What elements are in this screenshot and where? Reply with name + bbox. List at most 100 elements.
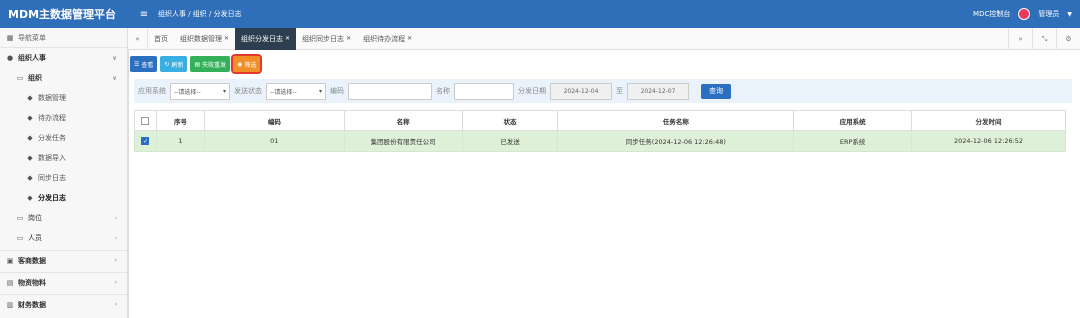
filter-button[interactable]: ◉ 筛选 [231,54,263,74]
leaf-icon: ◆ [27,154,33,162]
gear-icon[interactable]: ⚙ [1056,28,1080,50]
sidebar-item-dist-task[interactable]: ◆ 分发任务 [0,128,127,148]
date-from-input[interactable]: 2024-12-04 [550,82,612,100]
select-all-cell[interactable] [134,110,157,131]
folder-icon: ▭ [16,234,24,242]
name-input[interactable] [454,82,514,100]
select-all-checkbox[interactable] [141,116,150,125]
dist-date-label: 分发日期 [518,87,546,95]
search-bar: 应用系统 --请选择-- ▾ 发送状态 --请选择-- ▾ 编码 名称 分发日期 2… [134,79,1072,103]
store-icon: ▣ [6,256,14,265]
eye-icon: ◉ [237,60,243,68]
sidebar-item-dist-log[interactable]: ◆ 分发日志 [0,188,127,208]
chevron-down-icon: ▾ [318,87,322,95]
code-label: 编码 [330,87,344,95]
chevron-left-icon: ‹ [114,257,117,264]
money-icon: ▥ [6,300,14,309]
to-label: 至 [616,87,623,95]
sidebar-item-finance[interactable]: ▥ 财务数据 ‹ [0,294,127,314]
close-icon[interactable]: ✕ [224,35,229,42]
tab-org-todo[interactable]: 组织待办流程 ✕ [357,28,418,50]
table-cell: ERP系统 [793,130,913,152]
leaf-icon: ◆ [27,194,33,202]
column-header[interactable]: 序号 [155,110,205,131]
chevron-left-icon: ‹ [114,234,117,242]
sidebar-item-data-import[interactable]: ◆ 数据导入 [0,148,127,168]
date-to-input[interactable]: 2024-12-07 [627,82,689,100]
column-header[interactable]: 应用系统 [793,110,913,131]
view-button[interactable]: ☰ 查看 [130,56,158,72]
menu-toggle-icon[interactable]: ≡ [130,9,158,20]
folder-icon: ▭ [16,214,24,222]
table-cell: 已发送 [461,130,559,152]
row-checkbox[interactable]: ✓ [141,137,150,145]
leaf-icon: ◆ [27,94,33,102]
app-system-label: 应用系统 [138,87,166,95]
app-brand[interactable]: MDM主数据管理平台 [0,6,130,22]
cubes-icon: ▤ [6,278,14,287]
tab-scroll-left-icon[interactable]: « [128,27,148,50]
sidebar-item-hr[interactable]: ● 组织人事 ∨ [0,48,127,68]
leaf-icon: ◆ [27,174,33,182]
fullscreen-icon[interactable]: ⤡ [1032,28,1056,50]
file-icon: ▤ [194,60,201,68]
chevron-down-icon[interactable]: ▼ [1067,11,1072,18]
column-header[interactable]: 分发时间 [911,110,1066,131]
refresh-icon: ↻ [164,60,170,68]
console-link[interactable]: MDC控制台 [973,9,1010,19]
column-header[interactable]: 名称 [343,110,463,131]
chevron-down-icon: ▾ [222,87,226,95]
table-cell: 集团股份有限责任公司 [343,130,463,152]
sidebar: ▦ 导航菜单 ● 组织人事 ∨ ▭ 组织 ∨ ◆ 数据管理 ◆ 待办流程 ◆ 分… [0,28,128,318]
send-status-select[interactable]: --请选择-- ▾ [266,82,326,100]
sidebar-item-personnel[interactable]: ▭ 人员 ‹ [0,228,127,248]
sidebar-item-sync-log[interactable]: ◆ 同步日志 [0,168,127,188]
tab-scroll-right-icon[interactable]: » [1008,28,1032,50]
list-icon: ☰ [134,60,140,68]
refresh-button[interactable]: ↻ 刷新 [160,56,188,72]
sidebar-item-position[interactable]: ▭ 岗位 ‹ [0,208,127,228]
table-cell: 同步任务(2024-12-06 12:26:48) [557,130,795,152]
avatar[interactable] [1018,8,1031,20]
chevron-down-icon: ∨ [112,74,117,82]
close-icon[interactable]: ✕ [285,35,290,42]
tab-org-data[interactable]: 组织数据管理 ✕ [174,28,235,50]
close-icon[interactable]: ✕ [407,35,412,42]
tab-actions: » ⤡ ⚙ [1008,28,1080,50]
sidebar-item-org[interactable]: ▭ 组织 ∨ [0,68,127,88]
close-icon[interactable]: ✕ [346,35,351,42]
folder-icon: ▭ [16,74,24,82]
chevron-left-icon: ‹ [114,214,117,222]
column-header[interactable]: 任务名称 [557,110,795,131]
tab-strip: « 首页 组织数据管理 ✕ 组织分发日志 ✕ 组织同步日志 ✕ 组织待办流程 ✕ » ⤡… [128,27,1080,50]
data-table: 序号 编码 名称 状态 任务名称 应用系统 分发时间 ✓ 1 01 集团股份有限… [134,110,1066,152]
resend-button[interactable]: ▤ 失败重发 [190,56,231,72]
column-header[interactable]: 编码 [203,110,345,131]
breadcrumb: 组织人事 / 组织 / 分发日志 [158,10,242,18]
sidebar-title: ▦ 导航菜单 [0,28,127,48]
toolbar: ☰ 查看 ↻ 刷新 ▤ 失败重发 ◉ 筛选 [130,54,263,74]
sidebar-item-data-manage[interactable]: ◆ 数据管理 [0,88,127,108]
table-row[interactable]: ✓ 1 01 集团股份有限责任公司 已发送 同步任务(2024-12-06 12… [134,130,1066,152]
row-select-cell[interactable]: ✓ [134,130,157,152]
grid-icon: ▦ [6,33,14,42]
sidebar-item-todo-flow[interactable]: ◆ 待办流程 [0,108,127,128]
app-system-select[interactable]: --请选择-- ▾ [170,82,230,100]
leaf-icon: ◆ [27,114,33,122]
sidebar-item-merchant[interactable]: ▣ 客商数据 ‹ [0,250,127,270]
user-name[interactable]: 管理员 [1038,9,1059,19]
tab-org-dist-log[interactable]: 组织分发日志 ✕ [235,27,297,50]
sidebar-item-materials[interactable]: ▤ 物资物料 ‹ [0,272,127,292]
column-header[interactable]: 状态 [461,110,559,131]
code-input[interactable] [348,82,432,100]
chevron-down-icon: ∨ [112,54,117,62]
query-button[interactable]: 查询 [701,83,731,99]
send-status-label: 发送状态 [234,87,262,95]
tab-org-sync-log[interactable]: 组织同步日志 ✕ [296,28,357,50]
table-cell: 2024-12-06 12:26:52 [911,130,1066,152]
table-cell: 1 [155,130,205,152]
table-header-row: 序号 编码 名称 状态 任务名称 应用系统 分发时间 [134,110,1066,131]
header-right: MDC控制台 管理员 ▼ [973,0,1072,28]
table-cell: 01 [203,130,345,152]
tab-home[interactable]: 首页 [148,28,174,50]
